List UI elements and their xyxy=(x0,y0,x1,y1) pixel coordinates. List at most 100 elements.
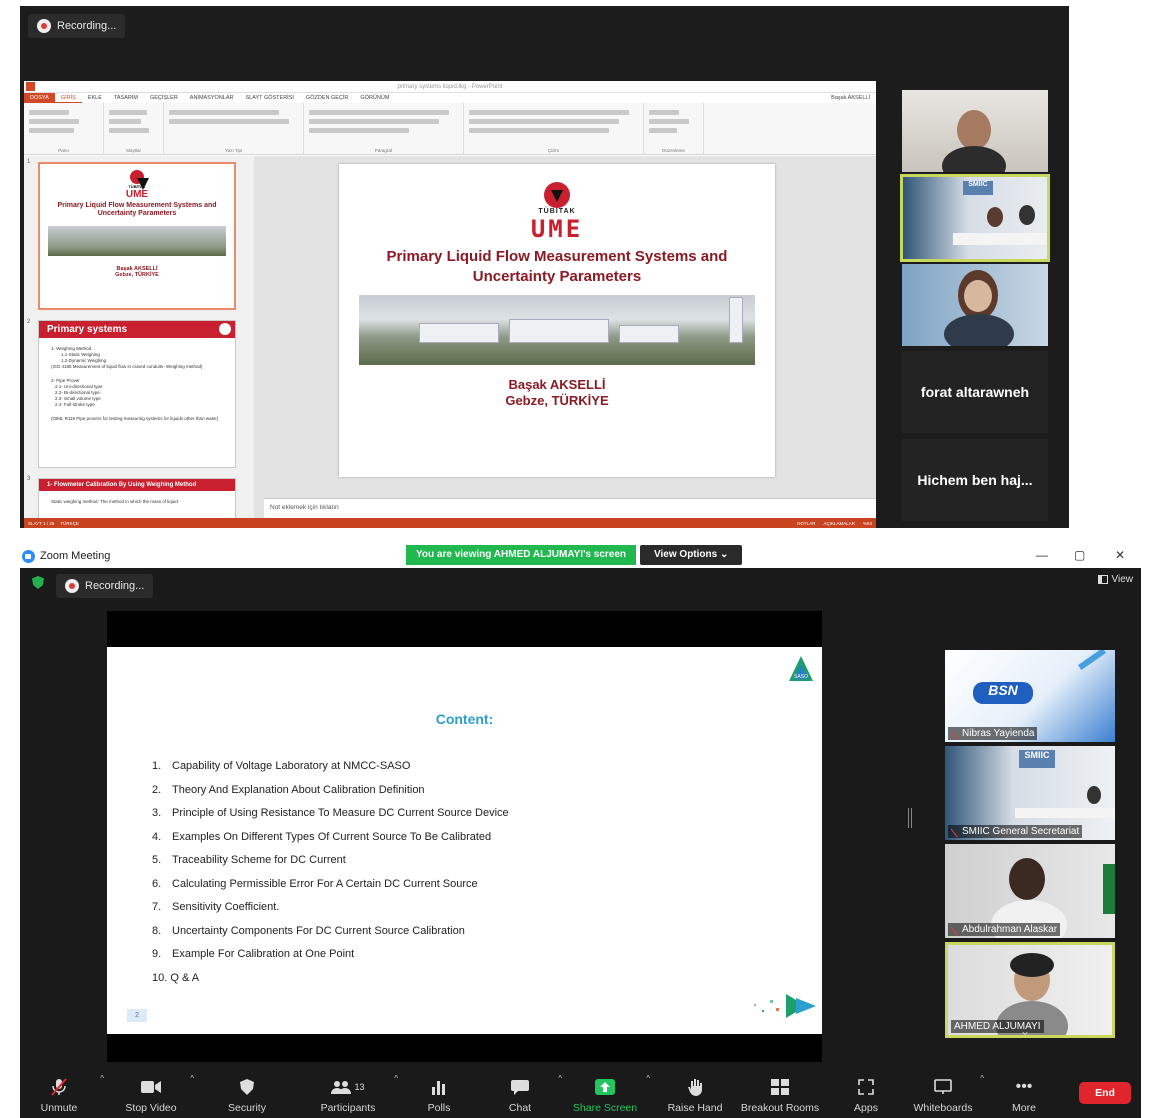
recording-label: Recording... xyxy=(85,580,145,592)
decorative-arrows-icon xyxy=(754,994,816,1018)
minimize-button[interactable]: — xyxy=(1036,548,1048,562)
comments-toggle[interactable]: AÇIKLAMALAR xyxy=(823,521,855,526)
thumb-campus-photo xyxy=(48,226,226,256)
main-slide[interactable]: TÜBİTAK UME Primary Liquid Flow Measurem… xyxy=(339,164,775,477)
ppt-tab-insert[interactable]: EKLE xyxy=(82,93,108,103)
ppt-tab-review[interactable]: GÖZDEN GEÇİR xyxy=(300,93,354,103)
security-label: Security xyxy=(228,1102,266,1114)
breakout-rooms-icon xyxy=(770,1078,790,1096)
chevron-up-icon[interactable]: ^ xyxy=(980,1074,984,1083)
participant-video-face xyxy=(964,280,992,312)
participant-tile-smiic[interactable]: SMIIC SMIIC General Secretariat xyxy=(945,746,1115,840)
participants-label: Participants xyxy=(320,1102,376,1114)
language-indicator: TÜRKÇE xyxy=(60,520,79,526)
participant-tile-forat[interactable]: forat altarawneh xyxy=(902,351,1048,433)
ppt-tab-slideshow[interactable]: SLAYT GÖSTERİSİ xyxy=(240,93,300,103)
participant-tile-3[interactable] xyxy=(902,264,1048,346)
video-camera-icon xyxy=(141,1078,161,1096)
ppt-tab-transitions[interactable]: GEÇİŞLER xyxy=(144,93,184,103)
raise-hand-button[interactable]: Raise Hand xyxy=(660,1062,730,1118)
ppt-tab-animations[interactable]: ANİMASYONLAR xyxy=(184,93,240,103)
notes-toggle[interactable]: NOTLAR xyxy=(797,521,815,526)
chat-button[interactable]: Chat ^ xyxy=(474,1062,566,1118)
recording-indicator[interactable]: Recording... xyxy=(56,574,154,598)
slide-thumbnail-1[interactable]: TÜBİTAK UME Primary Liquid Flow Measurem… xyxy=(38,162,236,310)
more-icon: ••• xyxy=(1015,1078,1033,1095)
participant-tile-1[interactable] xyxy=(902,90,1048,172)
apps-button[interactable]: Apps xyxy=(846,1062,886,1118)
list-item: 7. Sensitivity Coefficient. xyxy=(152,901,280,913)
zoom-meeting-window: Zoom Meeting You are viewing AHMED ALJUM… xyxy=(20,544,1141,1118)
polls-button[interactable]: Polls xyxy=(410,1062,468,1118)
maximize-button[interactable]: ▢ xyxy=(1074,548,1085,562)
slide-author: Başak AKSELLİ xyxy=(508,377,606,392)
participant-video xyxy=(1019,205,1035,225)
breakout-rooms-button[interactable]: Breakout Rooms xyxy=(732,1062,828,1118)
participant-tile-hichem[interactable]: Hichem ben haj... xyxy=(902,439,1048,521)
ppt-window-title: primary systems liquid.tkg - PowerPoint xyxy=(397,83,503,90)
chat-label: Chat xyxy=(508,1102,532,1114)
list-item: 8. Uncertainty Components For DC Current … xyxy=(152,924,465,937)
flag xyxy=(1103,864,1115,914)
chevron-up-icon[interactable]: ^ xyxy=(646,1074,650,1083)
end-meeting-button[interactable]: End xyxy=(1079,1082,1131,1104)
more-button[interactable]: ••• More xyxy=(1004,1062,1044,1118)
view-options-button[interactable]: View Options ⌄ xyxy=(640,545,743,565)
ribbon-group-clipboard: Pano xyxy=(24,103,104,154)
list-item: 4. Examples On Different Types Of Current… xyxy=(152,830,492,843)
collapse-gallery-chevron-icon[interactable]: ⌄ xyxy=(1020,1024,1030,1038)
slide-thumbnails-pane[interactable]: 1 TÜBİTAK UME Primary Liquid Flow Measur… xyxy=(24,156,254,518)
participants-button[interactable]: 13 Participants ^ xyxy=(300,1062,398,1118)
slide-counter: SLAYT 1 / 25 xyxy=(28,520,55,526)
participant-video xyxy=(987,207,1003,227)
notes-pane[interactable]: Not eklemek için tıklatın xyxy=(264,498,876,518)
thumb-number: 3 xyxy=(27,476,31,482)
security-button[interactable]: Security xyxy=(204,1062,290,1118)
unmute-button[interactable]: Unmute ^ xyxy=(20,1062,104,1118)
ppt-tab-view[interactable]: GÖRÜNÜM xyxy=(354,93,395,103)
thumb-line: Static weighing method: The method in wh… xyxy=(51,499,178,504)
thumb-number: 1 xyxy=(27,159,31,165)
zoom-level[interactable]: %84 xyxy=(863,521,872,526)
banner-stripe xyxy=(1077,650,1107,671)
whiteboards-button[interactable]: Whiteboards ^ xyxy=(910,1062,984,1118)
thumb-title: Primary Liquid Flow Measurement Systems … xyxy=(57,202,217,217)
stop-video-button[interactable]: Stop Video ^ xyxy=(108,1062,194,1118)
view-button[interactable]: View xyxy=(1097,574,1133,585)
participant-name: SMIIC General Secretariat xyxy=(948,825,1083,838)
participant-tile-abdulrahman[interactable]: Abdulrahman Alaskar xyxy=(945,844,1115,938)
participant-tile-2[interactable]: SMIIC xyxy=(900,174,1050,262)
close-button[interactable]: ✕ xyxy=(1115,548,1125,562)
share-screen-button[interactable]: Share Screen ^ xyxy=(568,1062,650,1118)
apps-label: Apps xyxy=(854,1102,878,1114)
participant-tile-nibras[interactable]: BSN Nibras Yayienda xyxy=(945,650,1115,742)
chat-icon xyxy=(510,1078,530,1096)
chevron-up-icon[interactable]: ^ xyxy=(558,1074,562,1083)
ribbon-group-editing: Düzenleme xyxy=(644,103,704,154)
powerpoint-logo-icon xyxy=(26,82,35,91)
ppt-user-name: Başak AKSELLİ xyxy=(831,95,870,101)
more-label: More xyxy=(1012,1102,1036,1114)
chevron-up-icon[interactable]: ^ xyxy=(100,1074,104,1083)
share-screen-label: Share Screen xyxy=(572,1102,638,1114)
slide-title-line2: Uncertainty Parameters xyxy=(472,268,642,285)
slide-thumbnail-2[interactable]: Primary systems 1- Weighing Method 1.1-S… xyxy=(38,320,236,468)
ppt-titlebar: primary systems liquid.tkg - PowerPoint xyxy=(24,81,876,93)
bsn-banner: BSN xyxy=(973,682,1033,704)
slide-thumbnail-3[interactable]: 1- Flowmeter Calibration By Using Weighi… xyxy=(38,478,236,518)
meeting-toolbar: Unmute ^ Stop Video ^ Security 13 Partic… xyxy=(20,1062,1141,1118)
chevron-up-icon[interactable]: ^ xyxy=(394,1074,398,1083)
ribbon-group-slides: Slaytlar xyxy=(104,103,164,154)
ppt-tab-home[interactable]: GİRİŞ xyxy=(54,93,82,103)
slide-editing-pane[interactable]: TÜBİTAK UME Primary Liquid Flow Measurem… xyxy=(264,156,876,518)
ppt-body: 1 TÜBİTAK UME Primary Liquid Flow Measur… xyxy=(24,156,876,518)
list-item: 2. Theory And Explanation About Calibrati… xyxy=(152,783,425,796)
ppt-tab-design[interactable]: TASARIM xyxy=(108,93,144,103)
participant-name: Hichem ben haj... xyxy=(917,472,1033,488)
panel-resize-handle[interactable] xyxy=(908,808,912,828)
list-item: 9. Example For Calibration at One Point xyxy=(152,948,355,960)
participant-name: Nibras Yayienda xyxy=(948,727,1038,740)
ppt-tab-file[interactable]: DOSYA xyxy=(24,93,55,103)
view-options-label: View Options xyxy=(654,549,718,560)
chevron-up-icon[interactable]: ^ xyxy=(190,1074,194,1083)
